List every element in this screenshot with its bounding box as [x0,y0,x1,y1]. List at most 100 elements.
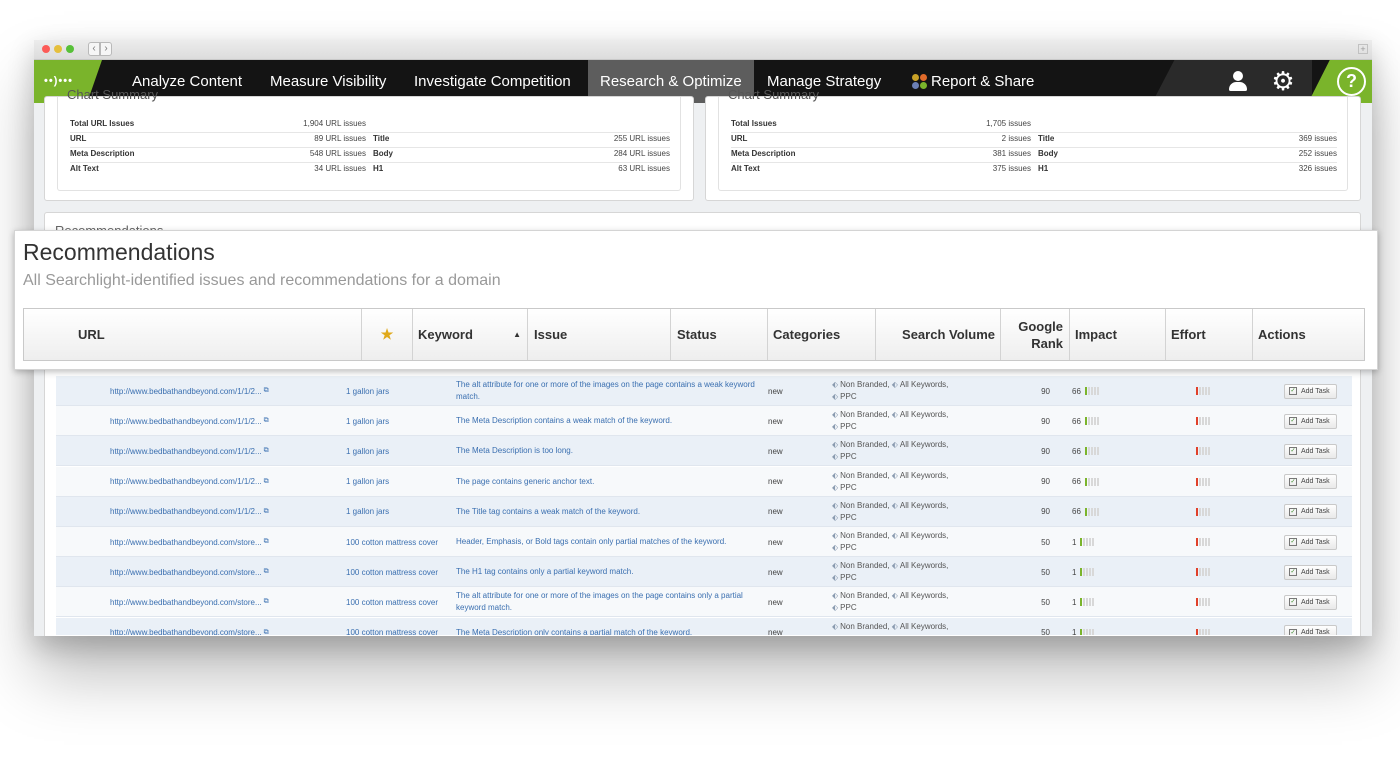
add-task-button[interactable]: ✓ Add Task [1284,474,1337,490]
add-task-button[interactable]: ✓ Add Task [1284,504,1337,520]
row-status: new [768,628,783,635]
row-category: Non Branded, [840,561,890,571]
column-header-categories[interactable]: Categories [768,309,876,360]
column-header-effort[interactable]: Effort [1166,309,1253,360]
row-keyword-link[interactable]: 1 gallon jars [346,467,389,497]
tag-icon: ⬖ [832,621,839,631]
row-category: Non Branded, [840,591,890,601]
row-impact-value: 1 [1072,597,1077,607]
row-effort [1192,376,1210,406]
row-issue-link[interactable]: The Meta Description is too long. [456,436,756,466]
row-url-link[interactable]: http://www.bedbathandbeyond.com/1/1/2...… [110,467,269,497]
user-icon[interactable] [1228,71,1248,93]
add-task-button[interactable]: ✓ Add Task [1284,534,1337,550]
zoom-window-button[interactable] [66,45,74,53]
row-url-link[interactable]: http://www.bedbathandbeyond.com/store...… [110,527,269,557]
row-impact-value: 66 [1072,507,1081,517]
chart-summary-right-title: Chart Summary [728,87,820,102]
row-category: All Keywords, [899,500,949,510]
row-issue-link[interactable]: The page contains generic anchor text. [456,467,756,497]
row-categories: ⬖Non Branded, ⬖All Keywords,⬖PPC [832,557,992,587]
row-category: PPC [840,482,857,492]
row-keyword-link[interactable]: 100 cotton mattress cover [346,587,438,617]
checkbox-icon: ✓ [1289,628,1297,635]
external-link-icon: ⧉ [263,628,269,635]
row-actions: ✓ Add Task [1284,436,1337,466]
row-actions: ✓ Add Task [1284,497,1337,527]
column-header-keyword[interactable]: Keyword ▲ [413,309,528,360]
close-window-button[interactable] [42,45,50,53]
checkbox-icon: ✓ [1289,477,1297,486]
summary-left-total: Total URL Issues 1,904 URL issues [70,119,366,128]
row-issue-link[interactable]: The Meta Description contains a weak mat… [456,406,756,436]
add-task-label: Add Task [1301,598,1330,606]
row-url-link[interactable]: http://www.bedbathandbeyond.com/1/1/2...… [110,436,269,466]
row-effort [1192,618,1210,635]
row-category: Non Branded, [840,621,890,631]
effort-meter [1196,507,1210,516]
nav-report-share-label: Report & Share [931,73,1035,90]
row-keyword-link[interactable]: 1 gallon jars [346,436,389,466]
row-url-link[interactable]: http://www.bedbathandbeyond.com/store...… [110,557,269,587]
tag-icon: ⬖ [832,452,839,462]
column-header-impact[interactable]: Impact [1070,309,1166,360]
column-header-search-volume[interactable]: Search Volume [876,309,1001,360]
column-header-status[interactable]: Status [671,309,768,360]
row-keyword-link[interactable]: 1 gallon jars [346,497,389,527]
row-issue-link[interactable]: The alt attribute for one or more of the… [456,376,756,406]
table-row: http://www.bedbathandbeyond.com/1/1/2...… [56,376,1352,406]
row-effort [1192,497,1210,527]
row-url-link[interactable]: http://www.bedbathandbeyond.com/1/1/2...… [110,406,269,436]
add-task-button[interactable]: ✓ Add Task [1284,383,1337,399]
row-category: All Keywords, [899,561,949,571]
add-task-button[interactable]: ✓ Add Task [1284,594,1337,610]
row-keyword-link[interactable]: 100 cotton mattress cover [346,618,438,635]
column-header-url[interactable]: URL [24,309,362,360]
external-link-icon: ⧉ [263,417,269,425]
column-header-google-rank[interactable]: Google Rank [1001,309,1070,360]
row-keyword-link[interactable]: 1 gallon jars [346,406,389,436]
row-url-text: http://www.bedbathandbeyond.com/store... [110,567,262,577]
row-url-link[interactable]: http://www.bedbathandbeyond.com/1/1/2...… [110,497,269,527]
table-row: http://www.bedbathandbeyond.com/store...… [56,557,1352,588]
add-task-button[interactable]: ✓ Add Task [1284,413,1337,429]
help-icon[interactable]: ? [1337,67,1366,96]
add-task-button[interactable]: ✓ Add Task [1284,625,1337,635]
row-actions: ✓ Add Task [1284,587,1337,617]
row-url-link[interactable]: http://www.bedbathandbeyond.com/1/1/2...… [110,376,269,406]
row-keyword-link[interactable]: 1 gallon jars [346,376,389,406]
row-issue-link[interactable]: The H1 tag contains only a partial keywo… [456,557,756,587]
row-keyword-link[interactable]: 100 cotton mattress cover [346,527,438,557]
table-row: http://www.bedbathandbeyond.com/1/1/2...… [56,466,1352,497]
add-task-button[interactable]: ✓ Add Task [1284,564,1337,580]
external-link-icon: ⧉ [263,538,269,545]
row-google-rank: 90 [1041,386,1050,396]
row-impact: 66 [1072,406,1132,436]
row-google-rank: 50 [1041,537,1050,547]
external-link-icon: ⧉ [263,477,269,485]
minimize-window-button[interactable] [54,45,62,53]
column-header-issue[interactable]: Issue [528,309,671,360]
add-task-button[interactable]: ✓ Add Task [1284,443,1337,459]
new-tab-icon[interactable]: + [1358,44,1368,54]
row-category: PPC [840,573,857,583]
row-issue-link[interactable]: The Title tag contains a weak match of t… [456,497,756,527]
chart-summary-left-inner: Chart Summary Total URL Issues 1,904 URL… [57,87,681,191]
row-issue-link[interactable]: The alt attribute for one or more of the… [456,587,756,617]
forward-arrow-icon[interactable]: › [100,42,112,56]
row-keyword-link[interactable]: 100 cotton mattress cover [346,557,438,587]
row-category: Non Branded, [840,500,890,510]
row-issue-link[interactable]: Header, Emphasis, or Bold tags contain o… [456,527,756,557]
back-arrow-icon[interactable]: ‹ [88,42,100,56]
tag-icon: ⬖ [832,531,839,540]
impact-meter [1084,477,1099,486]
gear-icon[interactable]: ⚙ [1270,68,1296,94]
row-url-link[interactable]: http://www.bedbathandbeyond.com/store...… [110,587,269,617]
star-icon[interactable]: ★ [362,309,413,360]
row-url-link[interactable]: http://www.bedbathandbeyond.com/store...… [110,618,269,635]
row-issue-link[interactable]: The Meta Description only contains a par… [456,618,756,635]
tag-icon: ⬖ [891,531,898,540]
external-link-icon: ⧉ [263,568,269,576]
row-category: Non Branded, [840,410,890,420]
row-impact-value: 66 [1072,386,1081,396]
